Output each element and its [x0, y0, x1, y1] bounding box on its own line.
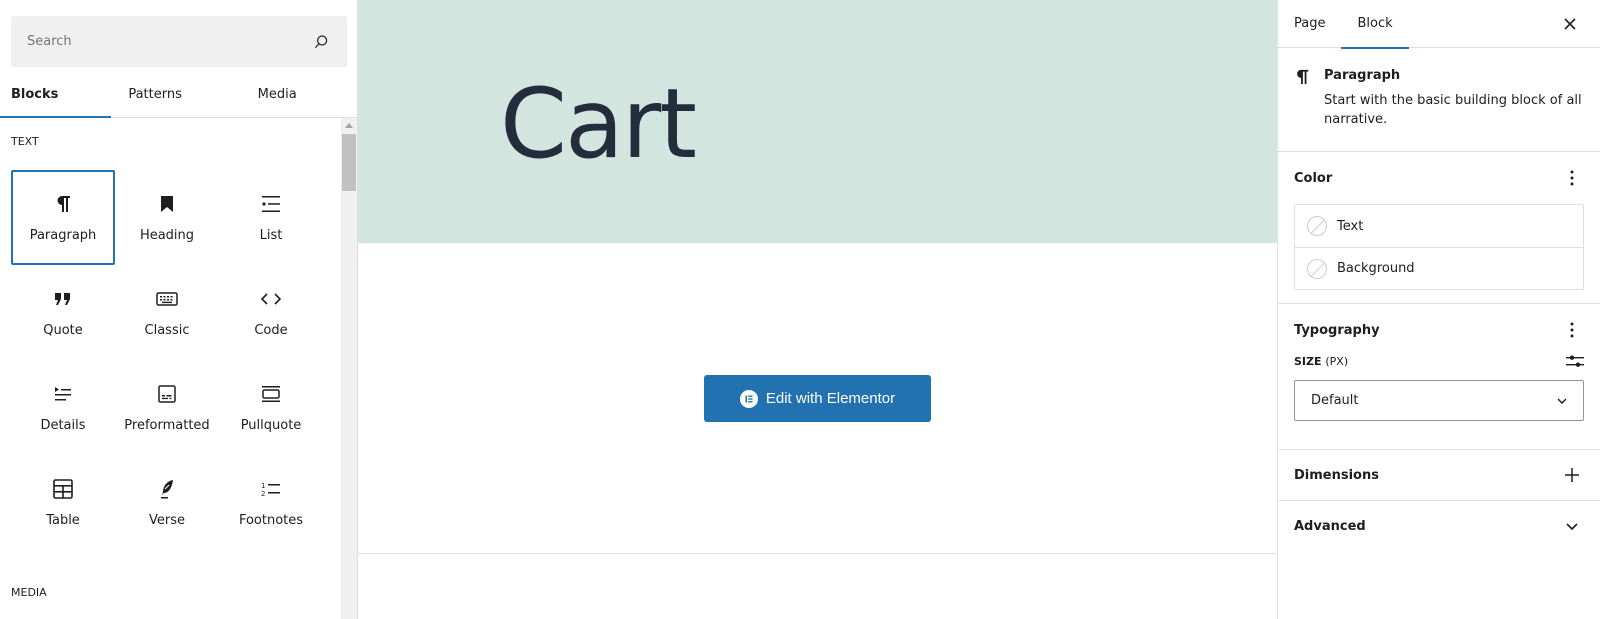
- svg-text:2: 2: [261, 490, 265, 497]
- block-card-title: Paragraph: [1324, 68, 1401, 83]
- block-item-paragraph[interactable]: Paragraph: [11, 170, 115, 265]
- block-grid: Paragraph Heading List Quote Classic Cod…: [11, 170, 329, 550]
- plus-icon[interactable]: [1560, 463, 1584, 487]
- block-label: Footnotes: [238, 513, 304, 528]
- edit-button-label: Edit with Elementor: [765, 390, 896, 407]
- block-label: List: [259, 228, 283, 243]
- color-list: Text Background: [1294, 204, 1584, 290]
- block-label: Preformatted: [124, 418, 210, 433]
- size-unit-text: (PX): [1325, 354, 1349, 368]
- block-label: Heading: [139, 228, 195, 243]
- list-icon: [259, 192, 283, 216]
- page-title[interactable]: Cart: [500, 71, 697, 178]
- block-item-footnotes[interactable]: 12 Footnotes: [219, 455, 323, 550]
- block-item-quote[interactable]: Quote: [11, 265, 115, 360]
- edit-with-elementor-button[interactable]: Edit with Elementor: [704, 375, 931, 422]
- block-item-table[interactable]: Table: [11, 455, 115, 550]
- scrollbar-thumb[interactable]: [342, 134, 356, 191]
- color-item-text[interactable]: Text: [1295, 205, 1583, 247]
- color-item-label: Background: [1337, 261, 1415, 276]
- block-list: TEXT Paragraph Heading List Quote Classi…: [0, 118, 347, 619]
- paragraph-icon: [1294, 68, 1310, 133]
- cover-block[interactable]: Cart: [358, 0, 1277, 243]
- scroll-up-arrow-icon[interactable]: [345, 123, 353, 128]
- category-label-media: MEDIA: [11, 586, 47, 599]
- tab-patterns[interactable]: Patterns: [111, 72, 228, 117]
- color-item-label: Text: [1337, 218, 1364, 234]
- pullquote-icon: [259, 382, 283, 406]
- advanced-panel-title: Advanced: [1294, 519, 1366, 534]
- custom-size-toggle-icon[interactable]: [1566, 353, 1584, 369]
- inserter-scrollbar[interactable]: [341, 118, 357, 619]
- heading-icon: [155, 192, 179, 216]
- block-card-description: Start with the basic building block of a…: [1324, 93, 1582, 127]
- tab-blocks[interactable]: Blocks: [0, 72, 112, 118]
- block-item-heading[interactable]: Heading: [115, 170, 219, 265]
- advanced-panel[interactable]: Advanced: [1278, 501, 1600, 552]
- details-icon: [51, 382, 75, 406]
- quote-icon: [51, 287, 75, 311]
- tab-page[interactable]: Page: [1278, 0, 1341, 48]
- block-item-list[interactable]: List: [219, 170, 323, 265]
- tab-block[interactable]: Block: [1341, 0, 1409, 49]
- dimensions-panel[interactable]: Dimensions: [1278, 450, 1600, 501]
- color-panel: Color Text Background: [1278, 152, 1600, 304]
- block-label: Table: [46, 513, 80, 528]
- block-card: Paragraph Start with the basic building …: [1278, 48, 1600, 152]
- keyboard-icon: [155, 287, 179, 311]
- footnotes-icon: 12: [259, 477, 283, 501]
- color-options-icon[interactable]: [1560, 166, 1584, 190]
- svg-text:1: 1: [261, 482, 265, 490]
- elementor-icon: [739, 389, 758, 408]
- canvas-divider: [358, 553, 1277, 554]
- font-size-label: SIZE (PX): [1294, 355, 1348, 368]
- block-label: Paragraph: [29, 228, 97, 243]
- code-icon: [259, 287, 283, 311]
- block-label: Pullquote: [240, 418, 302, 433]
- editor-canvas: Cart Edit with Elementor: [358, 0, 1277, 619]
- search-icon[interactable]: [311, 32, 331, 52]
- empty-swatch-icon: [1307, 258, 1327, 279]
- search-input[interactable]: [27, 34, 311, 49]
- category-label-text: TEXT: [11, 135, 39, 148]
- block-item-pullquote[interactable]: Pullquote: [219, 360, 323, 455]
- typography-options-icon[interactable]: [1560, 318, 1584, 342]
- close-icon[interactable]: [1560, 14, 1580, 34]
- tab-media[interactable]: Media: [229, 72, 358, 117]
- dimensions-panel-title: Dimensions: [1294, 467, 1379, 483]
- block-label: Quote: [43, 323, 83, 338]
- chevron-down-icon: [1557, 393, 1567, 408]
- block-label: Classic: [144, 323, 190, 338]
- table-icon: [51, 477, 75, 501]
- block-item-preformatted[interactable]: Preformatted: [115, 360, 219, 455]
- block-item-details[interactable]: Details: [11, 360, 115, 455]
- chevron-down-icon[interactable]: [1560, 515, 1584, 539]
- inserter-tabs: Blocks Patterns Media: [0, 72, 358, 118]
- verse-icon: [155, 477, 179, 501]
- block-label: Verse: [149, 513, 185, 528]
- search-field[interactable]: [11, 16, 347, 67]
- size-label-text: SIZE: [1294, 354, 1322, 368]
- settings-sidebar: Page Block Paragraph Start with the basi…: [1277, 0, 1600, 619]
- sidebar-tabs: Page Block: [1278, 0, 1600, 49]
- font-size-value: Default: [1311, 393, 1359, 408]
- preformatted-icon: [155, 382, 179, 406]
- block-inserter-panel: Blocks Patterns Media TEXT Paragraph Hea…: [0, 0, 358, 619]
- color-item-background[interactable]: Background: [1295, 247, 1583, 289]
- color-panel-title: Color: [1294, 170, 1333, 186]
- font-size-select[interactable]: Default: [1294, 380, 1584, 421]
- typography-panel: Typography SIZE (PX) Default: [1278, 304, 1600, 450]
- block-item-code[interactable]: Code: [219, 265, 323, 360]
- block-item-verse[interactable]: Verse: [115, 455, 219, 550]
- empty-swatch-icon: [1307, 216, 1327, 236]
- paragraph-icon: [51, 192, 75, 216]
- block-label: Details: [40, 418, 86, 433]
- block-label: Code: [254, 323, 288, 338]
- block-item-classic[interactable]: Classic: [115, 265, 219, 360]
- typography-panel-title: Typography: [1294, 322, 1380, 338]
